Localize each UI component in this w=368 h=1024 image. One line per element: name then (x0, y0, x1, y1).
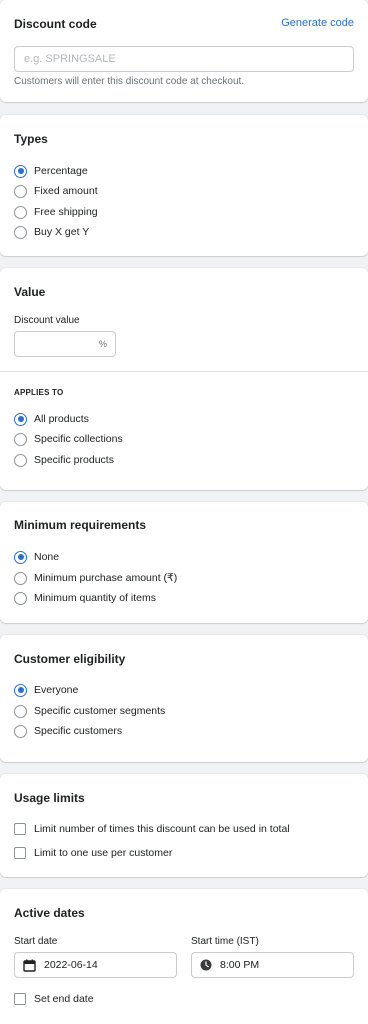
min-req-label: Minimum quantity of items (34, 592, 156, 604)
set-end-date-label: Set end date (34, 993, 94, 1005)
applies-to-label: Specific products (34, 454, 114, 466)
usage-limit-label: Limit to one use per customer (34, 847, 173, 859)
radio-unchecked-icon[interactable] (14, 704, 27, 718)
radio-unchecked-icon[interactable] (14, 591, 27, 605)
eligibility-label: Everyone (34, 684, 79, 696)
start-date-value: 2022-06-14 (44, 959, 98, 971)
type-option-fixed-amount[interactable]: Fixed amount (14, 183, 98, 199)
percent-suffix: % (98, 339, 107, 349)
radio-unchecked-icon[interactable] (14, 205, 27, 219)
types-title: Types (14, 132, 48, 146)
radio-checked-icon[interactable] (14, 412, 27, 426)
radio-unchecked-icon[interactable] (14, 453, 27, 467)
applies-to-specific-products[interactable]: Specific products (14, 452, 114, 468)
active-dates-title: Active dates (14, 906, 85, 920)
start-date-label: Start date (14, 936, 58, 947)
checkbox-unchecked-icon[interactable] (14, 823, 26, 835)
applies-to-title: APPLIES TO (14, 388, 64, 397)
radio-checked-icon[interactable] (14, 683, 27, 697)
discount-code-help: Customers will enter this discount code … (14, 76, 245, 87)
active-dates-card: Active dates Start date Start time (IST)… (0, 889, 368, 1024)
applies-to-all-products[interactable]: All products (14, 411, 89, 427)
minimum-requirements-title: Minimum requirements (14, 518, 147, 532)
radio-checked-icon[interactable] (14, 164, 27, 178)
checkbox-unchecked-icon[interactable] (14, 993, 26, 1005)
applies-to-specific-collections[interactable]: Specific collections (14, 431, 123, 447)
applies-to-label: All products (34, 413, 89, 425)
discount-code-title: Discount code (14, 17, 97, 31)
eligibility-label: Specific customers (34, 725, 123, 737)
usage-limits-card: Usage limits Limit number of times this … (0, 774, 368, 877)
type-option-buy-x-get-y[interactable]: Buy X get Y (14, 224, 89, 240)
radio-unchecked-icon[interactable] (14, 225, 27, 239)
type-option-free-shipping[interactable]: Free shipping (14, 204, 98, 220)
start-date-field[interactable]: 2022-06-14 (14, 952, 177, 978)
customer-eligibility-card: Customer eligibility Everyone Specific c… (0, 635, 368, 762)
value-card: Value Discount value % APPLIES TO All pr… (0, 268, 368, 490)
start-time-value: 8:00 PM (220, 959, 260, 971)
radio-unchecked-icon[interactable] (14, 432, 27, 446)
start-time-label: Start time (IST) (191, 936, 259, 947)
usage-limit-label: Limit number of times this discount can … (34, 823, 290, 835)
type-option-label: Percentage (34, 165, 88, 177)
set-end-date[interactable]: Set end date (14, 991, 94, 1007)
start-time-field[interactable]: 8:00 PM (191, 952, 354, 978)
applies-to-label: Specific collections (34, 433, 123, 445)
min-req-label: None (34, 551, 60, 563)
radio-unchecked-icon[interactable] (14, 724, 27, 738)
type-option-label: Fixed amount (34, 185, 98, 197)
radio-checked-icon[interactable] (14, 550, 27, 564)
min-req-quantity[interactable]: Minimum quantity of items (14, 590, 156, 606)
radio-unchecked-icon[interactable] (14, 184, 27, 198)
discount-value-label: Discount value (14, 315, 80, 326)
eligibility-specific-customers[interactable]: Specific customers (14, 723, 122, 739)
generate-code-link[interactable]: Generate code (281, 17, 354, 29)
limit-one-per-customer[interactable]: Limit to one use per customer (14, 845, 172, 861)
customer-eligibility-title: Customer eligibility (14, 652, 126, 666)
value-title: Value (14, 285, 46, 299)
min-req-purchase-amount[interactable]: Minimum purchase amount (₹) (14, 570, 177, 586)
radio-unchecked-icon[interactable] (14, 571, 27, 585)
limit-total-uses[interactable]: Limit number of times this discount can … (14, 821, 290, 837)
discount-code-card: Discount code Generate code Customers wi… (0, 0, 368, 102)
min-req-none[interactable]: None (14, 549, 59, 565)
eligibility-everyone[interactable]: Everyone (14, 682, 78, 698)
discount-value-input[interactable]: % (14, 331, 116, 357)
type-option-label: Buy X get Y (34, 226, 90, 238)
type-option-label: Free shipping (34, 206, 98, 218)
clock-icon (200, 959, 212, 971)
types-card: Types Percentage Fixed amount Free shipp… (0, 115, 368, 256)
divider (0, 371, 368, 372)
discount-code-input[interactable] (14, 46, 354, 72)
eligibility-label: Specific customer segments (34, 705, 166, 717)
min-req-label: Minimum purchase amount (₹) (34, 572, 178, 584)
calendar-icon (23, 959, 36, 972)
checkbox-unchecked-icon[interactable] (14, 847, 26, 859)
eligibility-segments[interactable]: Specific customer segments (14, 703, 165, 719)
minimum-requirements-card: Minimum requirements None Minimum purcha… (0, 502, 368, 623)
usage-limits-title: Usage limits (14, 791, 85, 805)
type-option-percentage[interactable]: Percentage (14, 163, 88, 179)
